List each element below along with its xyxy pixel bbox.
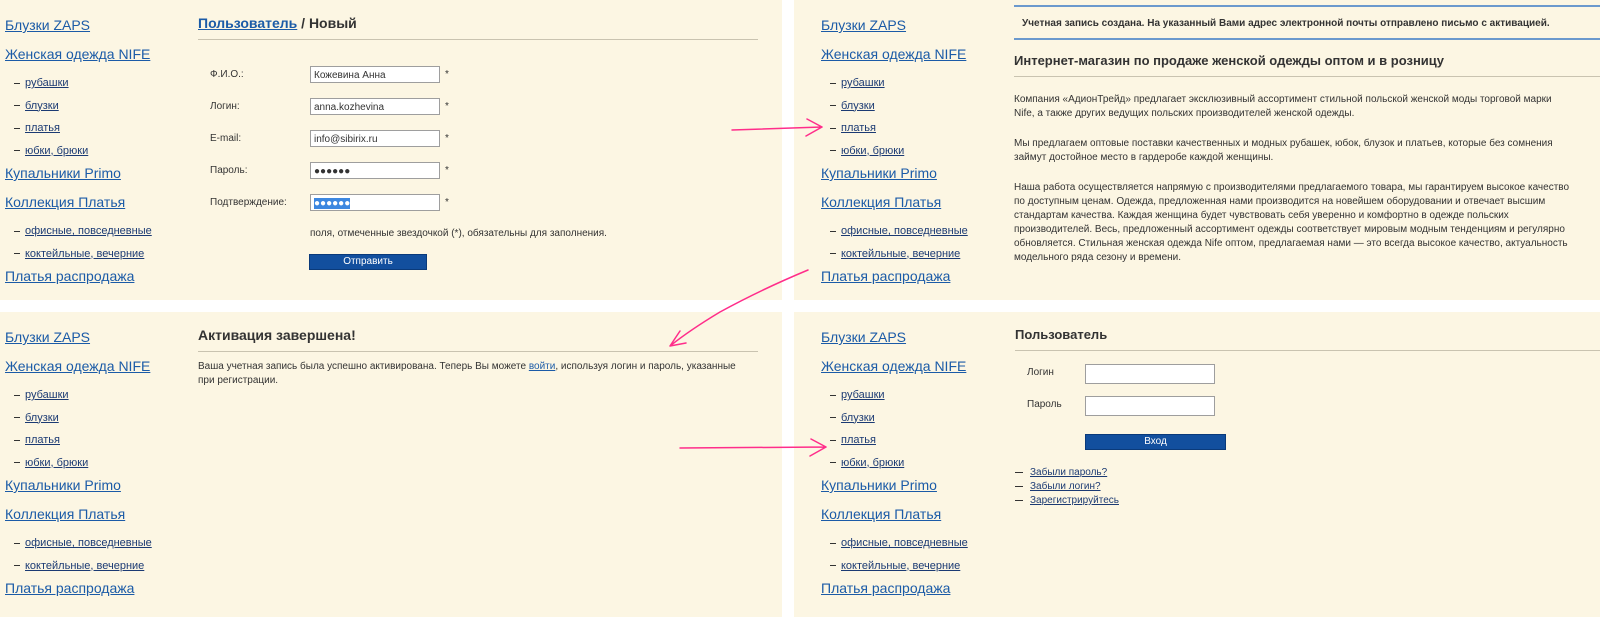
nav-sub-item[interactable]: платья	[5, 429, 185, 452]
nav-sub-item[interactable]: рубашки	[5, 72, 185, 95]
nav-dresses-collection[interactable]: Коллекция Платья	[821, 191, 1001, 213]
sidebar-nav: Блузки ZAPS Женская одежда NIFE рубашки …	[821, 14, 1001, 287]
nav-primo[interactable]: Купальники Primo	[5, 474, 185, 496]
nav-sub-item[interactable]: офисные, повседневные	[5, 220, 185, 243]
register-link[interactable]: Зарегистрируйтесь	[1030, 495, 1119, 506]
page-title: Пользователь	[1015, 326, 1600, 351]
list-item: Забыли логин?	[1015, 480, 1119, 494]
email-input[interactable]: info@sibirix.ru	[310, 130, 440, 147]
nav-nife[interactable]: Женская одежда NIFE	[821, 43, 1001, 65]
required-star: *	[445, 101, 449, 112]
page-title: Пользователь / Новый	[198, 14, 758, 40]
required-star: *	[445, 69, 449, 80]
nav-sub-item[interactable]: платья	[821, 117, 1001, 140]
panel-registration: Блузки ZAPS Женская одежда NIFE рубашки …	[0, 0, 782, 300]
nav-sub-item[interactable]: юбки, брюки	[821, 452, 1001, 475]
nav-blouses-zaps[interactable]: Блузки ZAPS	[821, 326, 1001, 348]
nav-sub-item[interactable]: рубашки	[821, 384, 1001, 407]
nav-sub-item[interactable]: юбки, брюки	[821, 140, 1001, 163]
password-input[interactable]	[1085, 396, 1215, 416]
panel-activation: Блузки ZAPS Женская одежда NIFE рубашки …	[0, 312, 782, 617]
nav-primo[interactable]: Купальники Primo	[821, 474, 1001, 496]
sidebar-nav: Блузки ZAPS Женская одежда NIFE рубашки …	[5, 326, 185, 599]
required-star: *	[445, 133, 449, 144]
activation-text: Ваша учетная запись была успешно активир…	[198, 361, 736, 386]
required-star: *	[445, 165, 449, 176]
login-label: Логин:	[210, 101, 240, 112]
panel-login: Блузки ZAPS Женская одежда NIFE рубашки …	[794, 312, 1600, 617]
nav-dresses-collection[interactable]: Коллекция Платья	[821, 503, 1001, 525]
nav-sub-item[interactable]: блузки	[5, 95, 185, 118]
nav-sub-item[interactable]: коктейльные, вечерние	[5, 555, 185, 578]
forgot-login-link[interactable]: Забыли логин?	[1030, 481, 1101, 492]
login-button[interactable]: Вход	[1085, 434, 1226, 450]
sidebar-nav: Блузки ZAPS Женская одежда NIFE рубашки …	[821, 326, 1001, 599]
nav-sub-item[interactable]: офисные, повседневные	[821, 532, 1001, 555]
nav-sale[interactable]: Платья распродажа	[821, 577, 1001, 599]
nav-primo[interactable]: Купальники Primo	[5, 162, 185, 184]
nav-sub-item[interactable]: коктейльные, вечерние	[5, 243, 185, 266]
login-input[interactable]	[1085, 364, 1215, 384]
panel-account-created: Блузки ZAPS Женская одежда NIFE рубашки …	[794, 0, 1600, 300]
email-label: E-mail:	[210, 133, 242, 144]
nav-sub-item[interactable]: рубашки	[5, 384, 185, 407]
submit-button[interactable]: Отправить	[309, 254, 427, 270]
breadcrumb-user-link[interactable]: Пользователь	[198, 15, 297, 31]
activation-content: Активация завершена!	[198, 326, 758, 352]
nav-sub-item[interactable]: коктейльные, вечерние	[821, 243, 1001, 266]
nav-nife[interactable]: Женская одежда NIFE	[5, 355, 185, 377]
nav-sale[interactable]: Платья распродажа	[821, 265, 1001, 287]
nav-primo[interactable]: Купальники Primo	[821, 162, 1001, 184]
nav-sale[interactable]: Платья распродажа	[5, 577, 185, 599]
nav-sub-item[interactable]: офисные, повседневные	[5, 532, 185, 555]
help-links: Забыли пароль? Забыли логин? Зарегистрир…	[1015, 466, 1119, 508]
login-link[interactable]: войти	[529, 361, 556, 372]
paragraph-2: Мы предлагаем оптовые поставки качествен…	[1014, 138, 1553, 163]
sidebar-nav: Блузки ZAPS Женская одежда NIFE рубашки …	[5, 14, 185, 287]
list-item: Зарегистрируйтесь	[1015, 494, 1119, 508]
confirm-input[interactable]: ●●●●●●	[310, 194, 440, 211]
forgot-password-link[interactable]: Забыли пароль?	[1030, 467, 1107, 478]
nav-blouses-zaps[interactable]: Блузки ZAPS	[5, 326, 185, 348]
login-input[interactable]: anna.kozhevina	[310, 98, 440, 115]
nav-nife[interactable]: Женская одежда NIFE	[821, 355, 1001, 377]
nav-sub-item[interactable]: коктейльные, вечерние	[821, 555, 1001, 578]
registration-content: Пользователь / Новый	[198, 14, 758, 40]
required-star: *	[445, 197, 449, 208]
nav-dresses-collection[interactable]: Коллекция Платья	[5, 503, 185, 525]
fio-label: Ф.И.О.:	[210, 69, 244, 80]
nav-sub-item[interactable]: офисные, повседневные	[821, 220, 1001, 243]
nav-sub-item[interactable]: рубашки	[821, 72, 1001, 95]
nav-sale[interactable]: Платья распродажа	[5, 265, 185, 287]
nav-sub-item[interactable]: юбки, брюки	[5, 452, 185, 475]
shop-heading: Интернет-магазин по продаже женской одеж…	[1014, 52, 1600, 77]
nav-sub-item[interactable]: юбки, брюки	[5, 140, 185, 163]
required-note: поля, отмеченные звездочкой (*), обязате…	[310, 228, 607, 239]
page-title: Активация завершена!	[198, 326, 758, 352]
password-label: Пароль:	[210, 165, 248, 176]
nav-sub-item[interactable]: блузки	[5, 407, 185, 430]
paragraph-3: Наша работа осуществляется напрямую с пр…	[1014, 182, 1570, 263]
fio-input[interactable]: Кожевина Анна	[310, 66, 440, 83]
nav-sub-item[interactable]: блузки	[821, 407, 1001, 430]
list-item: Забыли пароль?	[1015, 466, 1119, 480]
nav-nife[interactable]: Женская одежда NIFE	[5, 43, 185, 65]
nav-blouses-zaps[interactable]: Блузки ZAPS	[821, 14, 1001, 36]
nav-dresses-collection[interactable]: Коллекция Платья	[5, 191, 185, 213]
nav-blouses-zaps[interactable]: Блузки ZAPS	[5, 14, 185, 36]
confirm-label: Подтверждение:	[210, 197, 287, 208]
nav-sub-item[interactable]: платья	[5, 117, 185, 140]
password-input[interactable]: ●●●●●●	[310, 162, 440, 179]
paragraph-1: Компания «АдионТрейд» предлагает эксклюз…	[1014, 94, 1552, 119]
success-message: Учетная запись создана. На указанный Вам…	[1014, 5, 1600, 40]
nav-sub-item[interactable]: платья	[821, 429, 1001, 452]
nav-sub-item[interactable]: блузки	[821, 95, 1001, 118]
